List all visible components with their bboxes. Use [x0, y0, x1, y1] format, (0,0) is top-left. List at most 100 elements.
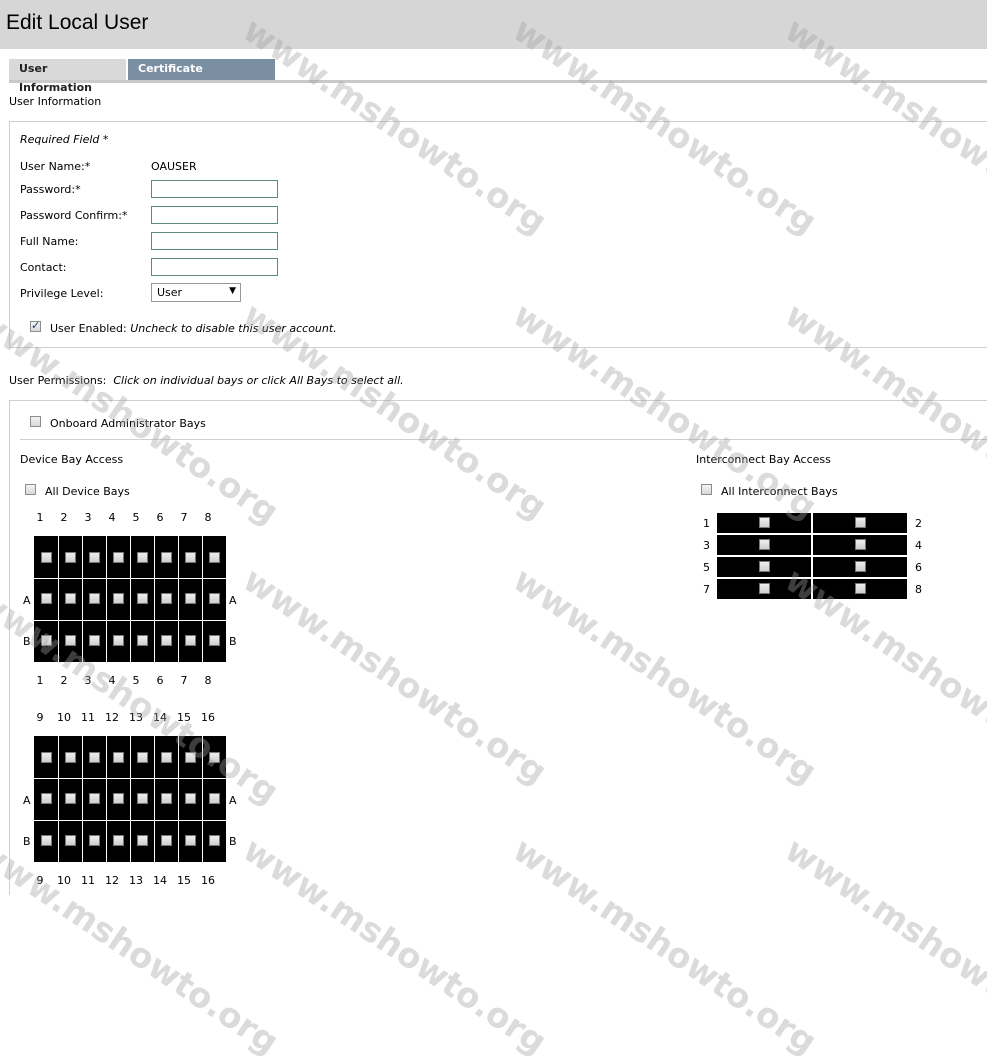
device-bay-7-a-checkbox[interactable] [185, 593, 196, 604]
device-bay-16-b-checkbox[interactable] [209, 835, 220, 846]
interconnect-bay-8-checkbox[interactable] [855, 583, 866, 594]
device-bay-11-b-checkbox[interactable] [89, 835, 100, 846]
device-bay-15-full-checkbox[interactable] [185, 752, 196, 763]
device-bay-col-label: 4 [108, 511, 116, 524]
device-bay-14-b-checkbox[interactable] [161, 835, 172, 846]
device-bay-4-full-checkbox[interactable] [113, 552, 124, 563]
device-bay-1-b-checkbox[interactable] [41, 635, 52, 646]
device-bay-4-a-checkbox[interactable] [113, 593, 124, 604]
device-bay-7-full-checkbox[interactable] [185, 552, 196, 563]
device-bay-12-a-checkbox[interactable] [113, 793, 124, 804]
device-bay-2-full-checkbox[interactable] [65, 552, 76, 563]
device-bay-9-b-checkbox[interactable] [41, 835, 52, 846]
device-bay-16-full-checkbox[interactable] [209, 752, 220, 763]
device-bay-col-label: 13 [129, 874, 143, 887]
password-label: Password:* [20, 183, 81, 196]
device-bay-3-a-checkbox[interactable] [89, 593, 100, 604]
oa-bays-checkbox[interactable] [30, 416, 41, 427]
device-bay-8-full-checkbox[interactable] [209, 552, 220, 563]
device-bay-6-full-checkbox[interactable] [161, 552, 172, 563]
device-bay-10-full-checkbox[interactable] [65, 752, 76, 763]
interconnect-bay-label: 7 [703, 583, 710, 596]
device-bay-6-b-checkbox[interactable] [161, 635, 172, 646]
grid-separator [34, 778, 226, 779]
device-bay-1-full-checkbox[interactable] [41, 552, 52, 563]
all-interconnect-bays-checkbox[interactable] [701, 484, 712, 495]
interconnect-bay-4-checkbox[interactable] [855, 539, 866, 550]
interconnect-bay-label: 1 [703, 517, 710, 530]
device-bay-col-label: 15 [177, 711, 191, 724]
interconnect-bay-3-checkbox[interactable] [759, 539, 770, 550]
tab-certificate-information[interactable]: Certificate Information [128, 59, 275, 94]
tab-user-information[interactable]: User Information [9, 59, 126, 94]
device-bay-8-a-checkbox[interactable] [209, 593, 220, 604]
contact-label: Contact: [20, 261, 67, 274]
device-bay-grid-2 [34, 736, 226, 862]
user-enabled-checkbox[interactable] [30, 319, 41, 332]
device-bay-col-label: 7 [180, 674, 188, 687]
fullname-field[interactable] [151, 232, 278, 250]
device-bay-16-a-checkbox[interactable] [209, 793, 220, 804]
device-bay-col-label: 5 [132, 674, 140, 687]
device-bay-9-full-checkbox[interactable] [41, 752, 52, 763]
device-bay-col-label: 10 [57, 711, 71, 724]
interconnect-bay-label: 2 [915, 517, 922, 530]
device-bay-12-b-checkbox[interactable] [113, 835, 124, 846]
device-bay-10-b-checkbox[interactable] [65, 835, 76, 846]
password-field[interactable] [151, 180, 278, 198]
device-bay-5-full-checkbox[interactable] [137, 552, 148, 563]
tab-underline [9, 80, 987, 83]
device-bay-col-label: 2 [60, 674, 68, 687]
device-bay-8-b-checkbox[interactable] [209, 635, 220, 646]
device-bay-grid-1 [34, 536, 226, 662]
device-bay-6-a-checkbox[interactable] [161, 593, 172, 604]
privilege-level-value: User [157, 286, 183, 299]
device-bay-5-b-checkbox[interactable] [137, 635, 148, 646]
device-bay-col-label: 15 [177, 874, 191, 887]
interconnect-bay-7-checkbox[interactable] [759, 583, 770, 594]
grid-separator [82, 736, 83, 862]
interconnect-bay-label: 3 [703, 539, 710, 552]
device-bay-11-a-checkbox[interactable] [89, 793, 100, 804]
device-bay-9-a-checkbox[interactable] [41, 793, 52, 804]
device-bay-10-a-checkbox[interactable] [65, 793, 76, 804]
device-bay-13-a-checkbox[interactable] [137, 793, 148, 804]
device-bay-13-full-checkbox[interactable] [137, 752, 148, 763]
device-bay-11-full-checkbox[interactable] [89, 752, 100, 763]
all-device-bays-checkbox[interactable] [25, 484, 36, 495]
device-bay-col-label: 6 [156, 674, 164, 687]
device-bay-4-b-checkbox[interactable] [113, 635, 124, 646]
interconnect-bay-6-checkbox[interactable] [855, 561, 866, 572]
interconnect-bay-2-checkbox[interactable] [855, 517, 866, 528]
device-bay-15-b-checkbox[interactable] [185, 835, 196, 846]
device-bay-5-a-checkbox[interactable] [137, 593, 148, 604]
required-field-note: Required Field * [20, 133, 109, 146]
device-bay-3-b-checkbox[interactable] [89, 635, 100, 646]
interconnect-bay-5-checkbox[interactable] [759, 561, 770, 572]
interconnect-bay-1-checkbox[interactable] [759, 517, 770, 528]
permissions-line: User Permissions: Click on individual ba… [9, 374, 404, 387]
user-enabled-label: User Enabled: [50, 322, 127, 335]
device-bay-1-a-checkbox[interactable] [41, 593, 52, 604]
device-bay-2-b-checkbox[interactable] [65, 635, 76, 646]
device-bay-3-full-checkbox[interactable] [89, 552, 100, 563]
device-bay-13-b-checkbox[interactable] [137, 835, 148, 846]
oa-divider [20, 439, 987, 440]
device-bay-15-a-checkbox[interactable] [185, 793, 196, 804]
all-device-bays-label: All Device Bays [45, 485, 130, 498]
device-bay-7-b-checkbox[interactable] [185, 635, 196, 646]
grid-separator [34, 620, 226, 621]
grid-separator [34, 578, 226, 579]
grid-separator [154, 736, 155, 862]
device-bay-14-full-checkbox[interactable] [161, 752, 172, 763]
device-bay-col-label: 12 [105, 711, 119, 724]
contact-field[interactable] [151, 258, 278, 276]
password-confirm-field[interactable] [151, 206, 278, 224]
device-bay-12-full-checkbox[interactable] [113, 752, 124, 763]
device-bay-2-a-checkbox[interactable] [65, 593, 76, 604]
grid-1-row-b-right: B [229, 635, 237, 648]
grid-2-row-a-right: A [229, 794, 237, 807]
device-bay-14-a-checkbox[interactable] [161, 793, 172, 804]
privilege-level-select[interactable]: User ▼ [151, 283, 241, 302]
grid-1-row-a-left: A [23, 594, 31, 607]
